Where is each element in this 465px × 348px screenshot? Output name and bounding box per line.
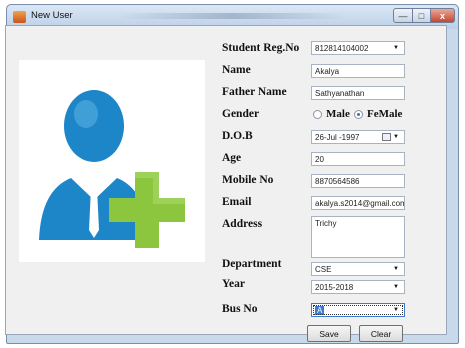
chevron-down-icon[interactable]: ▼ (393, 307, 399, 313)
bus-no-combo[interactable]: A ▼ (311, 303, 405, 317)
year-combo[interactable]: 2015-2018 ▼ (311, 280, 405, 294)
clear-button[interactable]: Clear (359, 325, 403, 342)
calendar-icon[interactable] (382, 133, 392, 141)
label-name: Name (222, 64, 251, 76)
gender-male-label: Male (326, 108, 350, 120)
label-year: Year (222, 278, 245, 290)
chevron-down-icon[interactable]: ▼ (393, 134, 399, 140)
window-title: New User (31, 10, 73, 21)
mobile-no-input[interactable]: 8870564586 (311, 174, 405, 188)
maximize-button[interactable]: □ (412, 8, 431, 23)
label-bus-no: Bus No (222, 303, 258, 315)
label-department: Department (222, 258, 282, 270)
radio-checked-icon[interactable] (354, 109, 363, 119)
father-name-input[interactable]: Sathyanathan (311, 86, 405, 100)
label-gender: Gender (222, 108, 260, 120)
gender-female-label: FeMale (367, 108, 403, 120)
save-button[interactable]: Save (307, 325, 351, 342)
chevron-down-icon[interactable]: ▼ (393, 266, 399, 272)
dob-value: 26-Jul -1997 (315, 132, 360, 142)
close-button[interactable]: x (430, 8, 455, 23)
department-combo[interactable]: CSE ▼ (311, 262, 405, 276)
title-bar-blur (117, 13, 347, 19)
label-dob: D.O.B (222, 130, 253, 142)
label-student-reg-no: Student Reg.No (222, 42, 300, 54)
label-mobile-no: Mobile No (222, 174, 274, 186)
label-address: Address (222, 218, 263, 230)
label-email: Email (222, 196, 252, 208)
department-value: CSE (315, 264, 332, 274)
student-reg-no-value: 812814104002 (315, 43, 369, 53)
bus-no-value: A (315, 305, 325, 315)
gender-male-radio[interactable]: Male (313, 108, 350, 120)
chevron-down-icon[interactable]: ▼ (393, 284, 399, 290)
minimize-button[interactable]: — (393, 8, 413, 23)
dob-date-picker[interactable]: 26-Jul -1997 ▼ (311, 130, 405, 144)
gender-female-radio[interactable]: FeMale (354, 108, 402, 120)
label-age: Age (222, 152, 242, 164)
label-father-name: Father Name (222, 86, 287, 98)
email-input[interactable]: akalya.s2014@gmail.com (311, 196, 405, 210)
address-textarea[interactable]: Trichy (311, 216, 405, 258)
radio-unchecked-icon[interactable] (313, 109, 322, 119)
age-input[interactable]: 20 (311, 152, 405, 166)
form-icon (13, 11, 26, 23)
year-value: 2015-2018 (315, 282, 354, 292)
add-user-icon (19, 60, 205, 262)
student-reg-no-combo[interactable]: 812814104002 ▼ (311, 41, 405, 55)
chevron-down-icon[interactable]: ▼ (393, 45, 399, 51)
name-input[interactable]: Akalya (311, 64, 405, 78)
